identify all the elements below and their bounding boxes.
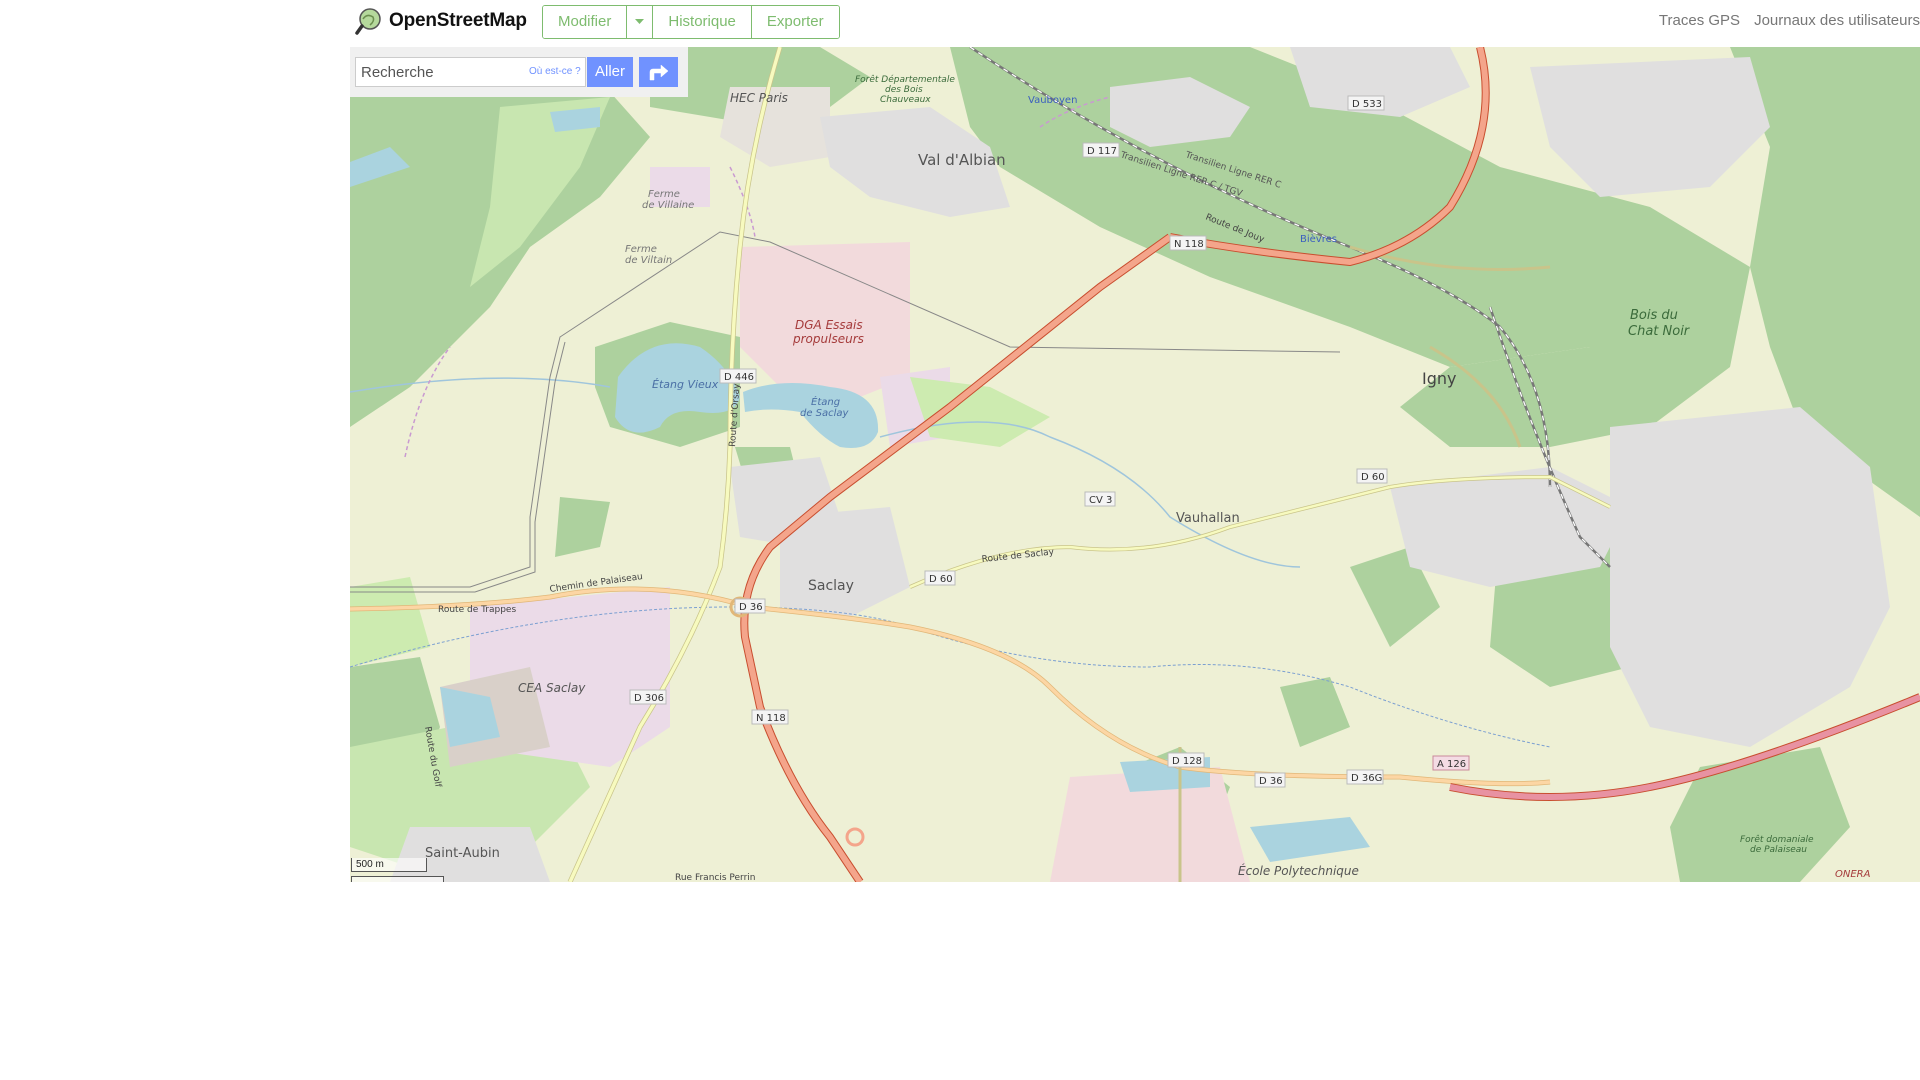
place-label: de Palaiseau: [1750, 845, 1807, 855]
map-canvas[interactable]: HEC Paris Val d'Albian DGA Essais propul…: [350, 47, 1920, 882]
svg-text:D 533: D 533: [1352, 99, 1382, 110]
directions-button[interactable]: [639, 57, 678, 87]
search-panel: Où est-ce ? Aller: [350, 47, 688, 97]
place-label: propulseurs: [792, 332, 864, 346]
place-label: Chauveaux: [880, 95, 931, 105]
caret-down-icon: [635, 19, 645, 24]
logo[interactable]: OpenStreetMap: [355, 5, 527, 37]
svg-text:D 117: D 117: [1087, 146, 1117, 157]
place-label: DGA Essais: [795, 318, 863, 332]
place-label: de Villaine: [642, 200, 694, 211]
osm-magnifier-icon: [355, 8, 381, 35]
place-label: des Bois: [885, 85, 923, 95]
road-name-label: Route de Saclay: [981, 547, 1055, 565]
svg-text:D 128: D 128: [1172, 756, 1202, 767]
road-name-label: Route d'Orsay: [728, 383, 742, 448]
edit-button-group: Modifier Historique Exporter: [542, 5, 840, 39]
scale-metric: 500 m: [351, 858, 427, 872]
place-label: Vauboyen: [1028, 95, 1077, 106]
svg-text:D 446: D 446: [724, 372, 754, 383]
place-label: Étang Vieux: [652, 378, 719, 391]
place-label: de Viltain: [625, 255, 672, 266]
directions-icon: [649, 64, 668, 81]
history-button[interactable]: Historique: [653, 6, 752, 38]
place-label: Vauhallan: [1176, 511, 1240, 526]
place-label: Étang: [811, 395, 840, 408]
road-name-label: Route de Jouy: [1204, 213, 1266, 246]
place-label: Val d'Albian: [918, 151, 1006, 169]
svg-text:D 36: D 36: [739, 602, 763, 613]
place-label: École Polytechnique: [1238, 863, 1359, 878]
svg-text:A 126: A 126: [1437, 759, 1466, 770]
place-label: Bièvres: [1300, 233, 1337, 245]
map-scale: 500 m: [351, 858, 444, 882]
place-label: Igny: [1422, 369, 1456, 388]
road-shield: N 118 N 118 D 446 D 36 D 36 D 36G D 60 D…: [629, 95, 1470, 788]
place-label: Ferme: [648, 189, 680, 200]
map-labels: HEC Paris Val d'Albian DGA Essais propul…: [422, 74, 1871, 882]
export-button[interactable]: Exporter: [751, 6, 839, 38]
place-label: Saclay: [808, 578, 854, 594]
svg-text:D 60: D 60: [929, 574, 953, 585]
svg-text:D 36G: D 36G: [1351, 773, 1382, 784]
svg-text:N 118: N 118: [1174, 239, 1204, 250]
secondary-nav: Traces GPS Journaux des utilisateurs: [1659, 12, 1920, 29]
place-label: HEC Paris: [730, 91, 788, 105]
edit-dropdown-button[interactable]: [627, 6, 654, 38]
place-label: Forêt domaniale: [1740, 834, 1814, 845]
road-name-label: Route du Golf: [422, 726, 443, 789]
place-label: Ferme: [625, 244, 657, 255]
place-label: Forêt Départementale: [855, 74, 955, 85]
gps-traces-link[interactable]: Traces GPS: [1659, 12, 1740, 29]
scale-imperial: [351, 876, 444, 882]
go-button[interactable]: Aller: [587, 57, 633, 87]
svg-text:D 306: D 306: [634, 693, 664, 704]
place-label: ONERA: [1835, 869, 1871, 880]
user-diaries-link[interactable]: Journaux des utilisateurs: [1754, 12, 1920, 29]
place-label: de Saclay: [800, 408, 850, 419]
place-label: Bois du: [1630, 308, 1678, 323]
edit-button[interactable]: Modifier: [543, 6, 628, 38]
road-name-label: Transilien Ligne RER C / TGV: [1118, 150, 1244, 199]
road-name-label: Chemin de Palaiseau: [549, 572, 643, 595]
road-name-label: Rue Francis Perrin: [675, 873, 755, 882]
svg-text:CV 3: CV 3: [1089, 495, 1112, 506]
header: OpenStreetMap Modifier Historique Export…: [350, 0, 1920, 46]
svg-text:D 36: D 36: [1259, 776, 1283, 787]
brand-name: OpenStreetMap: [389, 10, 527, 31]
place-label: Chat Noir: [1628, 324, 1691, 339]
svg-text:D 60: D 60: [1361, 472, 1385, 483]
where-is-this-link[interactable]: Où est-ce ?: [529, 66, 581, 77]
place-label: CEA Saclay: [518, 681, 586, 695]
svg-text:N 118: N 118: [756, 713, 786, 724]
road-name-label: Route de Trappes: [438, 605, 516, 615]
